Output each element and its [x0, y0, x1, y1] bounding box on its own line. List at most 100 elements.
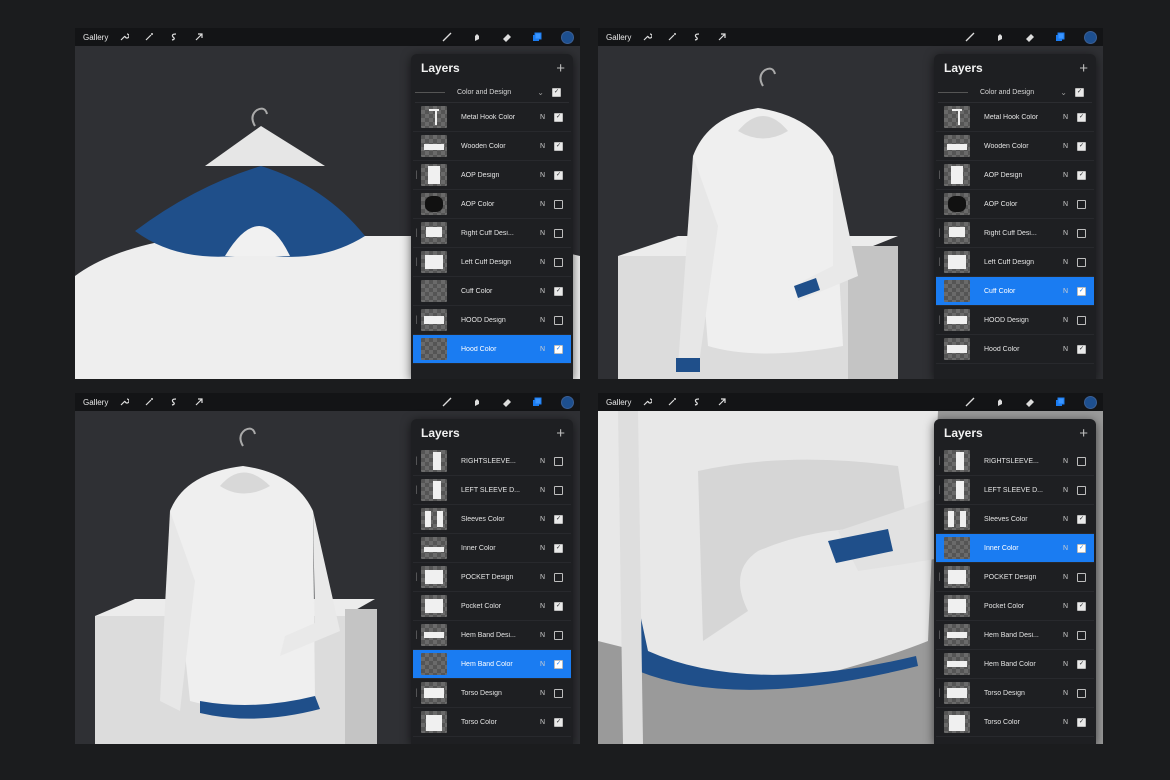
layer-group-row[interactable]: Color and Design ⌄ ✓ — [938, 82, 1092, 103]
layer-visibility-checkbox[interactable] — [554, 456, 563, 466]
blend-mode-button[interactable]: N — [1063, 230, 1077, 237]
layer-row[interactable]: │ RIGHTSLEEVE... N — [936, 447, 1094, 476]
layer-visibility-checkbox[interactable] — [554, 630, 563, 640]
layer-row[interactable]: │ POCKET Design N — [413, 563, 571, 592]
layer-visibility-checkbox[interactable] — [1077, 485, 1086, 495]
layer-row[interactable]: │ Hem Band Desi... N — [413, 621, 571, 650]
brush-icon[interactable] — [964, 31, 976, 43]
layer-visibility-checkbox[interactable]: ✓ — [554, 601, 563, 611]
color-swatch-icon[interactable] — [561, 395, 574, 409]
blend-mode-button[interactable]: N — [1063, 317, 1077, 324]
blend-mode-button[interactable]: N — [540, 487, 554, 494]
layer-visibility-checkbox[interactable]: ✓ — [554, 112, 563, 122]
blend-mode-button[interactable]: N — [540, 516, 554, 523]
layer-visibility-checkbox[interactable]: ✓ — [554, 514, 563, 524]
layers-icon[interactable] — [1054, 31, 1066, 43]
blend-mode-button[interactable]: N — [540, 317, 554, 324]
smudge-icon[interactable] — [994, 396, 1006, 408]
layer-visibility-checkbox[interactable]: ✓ — [1077, 543, 1086, 553]
layer-visibility-checkbox[interactable]: ✓ — [554, 286, 563, 296]
color-swatch-icon[interactable] — [561, 30, 574, 44]
layer-row[interactable]: Pocket Color N ✓ — [936, 592, 1094, 621]
blend-mode-button[interactable]: N — [1063, 545, 1077, 552]
chevron-down-icon[interactable]: ⌄ — [1060, 88, 1067, 97]
add-layer-button[interactable]: + — [1079, 61, 1088, 76]
eraser-icon[interactable] — [501, 396, 513, 408]
layer-row[interactable]: │ AOP Design N ✓ — [936, 161, 1094, 190]
brush-icon[interactable] — [441, 31, 453, 43]
chevron-down-icon[interactable]: ⌄ — [537, 88, 544, 97]
gallery-button[interactable]: Gallery — [83, 33, 108, 42]
layer-visibility-checkbox[interactable]: ✓ — [1077, 344, 1086, 354]
layer-row[interactable]: Inner Color N ✓ — [413, 534, 571, 563]
layer-row[interactable]: Pocket Color N ✓ — [413, 592, 571, 621]
blend-mode-button[interactable]: N — [540, 632, 554, 639]
layer-visibility-checkbox[interactable]: ✓ — [1077, 286, 1086, 296]
layer-row[interactable]: │ Right Cuff Desi... N — [413, 219, 571, 248]
layer-row[interactable]: │ LEFT SLEEVE D... N — [936, 476, 1094, 505]
layer-row[interactable]: │ Left Cuff Design N — [936, 248, 1094, 277]
layer-row[interactable]: Hood Color N ✓ — [936, 335, 1094, 364]
layer-row[interactable]: │ HOOD Design N — [413, 306, 571, 335]
layer-row[interactable]: Wooden Color N ✓ — [413, 132, 571, 161]
blend-mode-button[interactable]: N — [1063, 458, 1077, 465]
layer-visibility-checkbox[interactable]: ✓ — [1077, 717, 1086, 727]
layer-row[interactable]: AOP Color N — [936, 190, 1094, 219]
blend-mode-button[interactable]: N — [540, 719, 554, 726]
layer-visibility-checkbox[interactable]: ✓ — [1077, 141, 1086, 151]
layer-visibility-checkbox[interactable] — [1077, 572, 1086, 582]
blend-mode-button[interactable]: N — [1063, 201, 1077, 208]
layer-row[interactable]: Torso Color N ✓ — [936, 708, 1094, 737]
layer-row[interactable]: AOP Color N — [413, 190, 571, 219]
layer-row[interactable]: │ Torso Design N — [936, 679, 1094, 708]
layer-row[interactable]: │ Hem Band Desi... N — [936, 621, 1094, 650]
layer-visibility-checkbox[interactable]: ✓ — [1077, 601, 1086, 611]
layer-row[interactable]: Hood Color N ✓ — [413, 335, 571, 364]
magic-wand-icon[interactable] — [666, 397, 677, 408]
layers-icon[interactable] — [531, 396, 543, 408]
layer-row[interactable]: Cuff Color N ✓ — [936, 277, 1094, 306]
color-swatch-icon[interactable] — [1084, 30, 1097, 44]
layers-icon[interactable] — [531, 31, 543, 43]
selection-icon[interactable] — [691, 397, 702, 408]
layer-row[interactable]: Sleeves Color N ✓ — [413, 505, 571, 534]
layer-row[interactable]: │ Right Cuff Desi... N — [936, 219, 1094, 248]
layer-visibility-checkbox[interactable] — [554, 315, 563, 325]
blend-mode-button[interactable]: N — [540, 230, 554, 237]
layer-visibility-checkbox[interactable]: ✓ — [554, 344, 563, 354]
blend-mode-button[interactable]: N — [1063, 288, 1077, 295]
layer-visibility-checkbox[interactable] — [1077, 688, 1086, 698]
layer-visibility-checkbox[interactable] — [554, 688, 563, 698]
blend-mode-button[interactable]: N — [540, 201, 554, 208]
blend-mode-button[interactable]: N — [540, 172, 554, 179]
layer-row[interactable]: Cuff Color N ✓ — [413, 277, 571, 306]
wrench-icon[interactable] — [641, 397, 652, 408]
wrench-icon[interactable] — [641, 32, 652, 43]
blend-mode-button[interactable]: N — [1063, 114, 1077, 121]
blend-mode-button[interactable]: N — [540, 114, 554, 121]
blend-mode-button[interactable]: N — [540, 143, 554, 150]
blend-mode-button[interactable]: N — [1063, 516, 1077, 523]
smudge-icon[interactable] — [471, 396, 483, 408]
blend-mode-button[interactable]: N — [540, 288, 554, 295]
blend-mode-button[interactable]: N — [540, 661, 554, 668]
layer-visibility-checkbox[interactable]: ✓ — [1077, 112, 1086, 122]
layer-row[interactable]: Metal Hook Color N ✓ — [413, 103, 571, 132]
blend-mode-button[interactable]: N — [540, 603, 554, 610]
layer-row[interactable]: Inner Color N ✓ — [936, 534, 1094, 563]
layer-group-row[interactable]: Color and Design ⌄ ✓ — [415, 82, 569, 103]
group-visibility-checkbox[interactable]: ✓ — [1075, 87, 1084, 97]
magic-wand-icon[interactable] — [666, 32, 677, 43]
add-layer-button[interactable]: + — [1079, 426, 1088, 441]
magic-wand-icon[interactable] — [143, 32, 154, 43]
transform-arrow-icon[interactable] — [193, 397, 204, 408]
blend-mode-button[interactable]: N — [1063, 574, 1077, 581]
layer-visibility-checkbox[interactable] — [1077, 228, 1086, 238]
blend-mode-button[interactable]: N — [540, 545, 554, 552]
blend-mode-button[interactable]: N — [1063, 259, 1077, 266]
layer-visibility-checkbox[interactable] — [554, 228, 563, 238]
layer-visibility-checkbox[interactable] — [1077, 199, 1086, 209]
transform-arrow-icon[interactable] — [716, 397, 727, 408]
layer-visibility-checkbox[interactable]: ✓ — [554, 141, 563, 151]
blend-mode-button[interactable]: N — [1063, 661, 1077, 668]
